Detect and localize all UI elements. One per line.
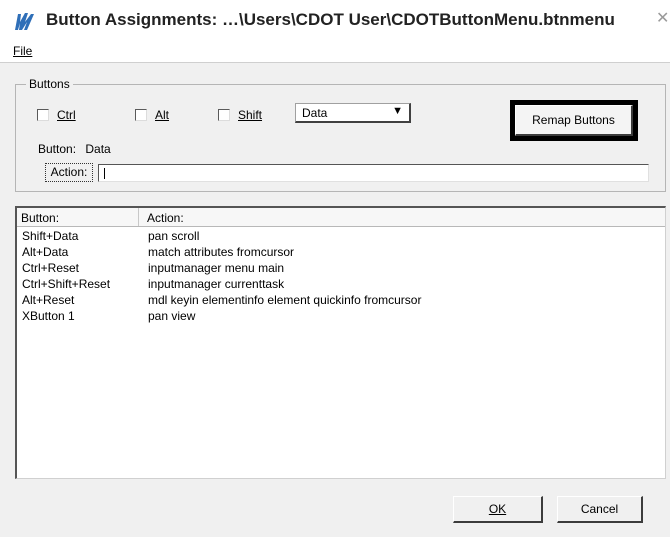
chevron-down-icon[interactable]: ▼ bbox=[392, 105, 403, 117]
button-select[interactable]: Data ▼ bbox=[295, 103, 411, 123]
button-select-value: Data bbox=[302, 106, 328, 120]
column-header-action[interactable]: Action: bbox=[147, 211, 184, 225]
column-divider[interactable] bbox=[138, 208, 139, 226]
table-row[interactable]: Ctrl+Shift+Reset inputmanager currenttask bbox=[17, 276, 665, 292]
row-action-cell: match attributes fromcursor bbox=[148, 245, 295, 259]
row-action-cell: inputmanager menu main bbox=[148, 261, 285, 275]
table-row[interactable]: Alt+Reset mdl keyin elementinfo element q… bbox=[17, 292, 665, 308]
remap-buttons-focus-frame: Remap Buttons bbox=[510, 100, 638, 141]
shift-checkbox-label: Shift bbox=[238, 108, 263, 122]
table-row[interactable]: Alt+Data match attributes fromcursor bbox=[17, 244, 665, 260]
table-row[interactable]: Shift+Data pan scroll bbox=[17, 228, 665, 244]
bentley-button-assignments-icon bbox=[15, 13, 34, 30]
button-caption: Button: bbox=[38, 142, 77, 156]
menu-file[interactable]: File bbox=[13, 44, 32, 58]
alt-checkbox-label: Alt bbox=[155, 108, 170, 122]
row-button-cell: Alt+Reset bbox=[22, 293, 75, 307]
action-label: Action: bbox=[45, 163, 93, 182]
row-action-cell: pan view bbox=[148, 309, 196, 323]
row-button-cell: Ctrl+Shift+Reset bbox=[22, 277, 111, 291]
button-readout: Button: Data bbox=[38, 142, 111, 156]
shift-checkbox[interactable]: Shift bbox=[218, 107, 262, 123]
row-action-cell: pan scroll bbox=[148, 229, 200, 243]
text-caret bbox=[104, 168, 105, 179]
list-header: Button: Action: bbox=[17, 208, 665, 227]
column-header-button[interactable]: Button: bbox=[21, 211, 59, 225]
ok-button-label: OK bbox=[488, 502, 507, 516]
remap-buttons-button[interactable]: Remap Buttons bbox=[515, 105, 633, 136]
ctrl-checkbox[interactable]: Ctrl bbox=[37, 107, 76, 123]
row-button-cell: Ctrl+Reset bbox=[22, 261, 80, 275]
title-bar[interactable]: Button Assignments: …\Users\CDOT User\CD… bbox=[0, 0, 670, 40]
close-icon[interactable]: ✕ bbox=[656, 10, 670, 28]
table-row[interactable]: Ctrl+Reset inputmanager menu main bbox=[17, 260, 665, 276]
ctrl-checkbox-box[interactable] bbox=[37, 109, 49, 121]
table-row[interactable]: XButton 1 pan view bbox=[17, 308, 665, 324]
menu-bar: File bbox=[0, 40, 670, 63]
row-button-cell: Alt+Data bbox=[22, 245, 69, 259]
menu-file-label: File bbox=[13, 44, 33, 58]
cancel-button[interactable]: Cancel bbox=[557, 496, 643, 523]
shift-checkbox-box[interactable] bbox=[218, 109, 230, 121]
row-button-cell: Shift+Data bbox=[22, 229, 79, 243]
ok-button[interactable]: OK bbox=[453, 496, 543, 523]
assignments-list[interactable]: Button: Action: Shift+Data pan scroll Alt+… bbox=[15, 206, 666, 479]
row-action-cell: inputmanager currenttask bbox=[148, 277, 285, 291]
buttons-group-label: Buttons bbox=[26, 77, 73, 91]
alt-checkbox-box[interactable] bbox=[135, 109, 147, 121]
ctrl-checkbox-label: Ctrl bbox=[57, 108, 76, 122]
button-assignments-dialog: Button Assignments: …\Users\CDOT User\CD… bbox=[0, 0, 670, 537]
alt-checkbox[interactable]: Alt bbox=[135, 107, 169, 123]
row-action-cell: mdl keyin elementinfo element quickinfo … bbox=[148, 293, 422, 307]
button-value: Data bbox=[85, 142, 111, 156]
window-title: Button Assignments: …\Users\CDOT User\CD… bbox=[46, 10, 615, 29]
action-input[interactable] bbox=[98, 164, 649, 182]
row-button-cell: XButton 1 bbox=[22, 309, 75, 323]
